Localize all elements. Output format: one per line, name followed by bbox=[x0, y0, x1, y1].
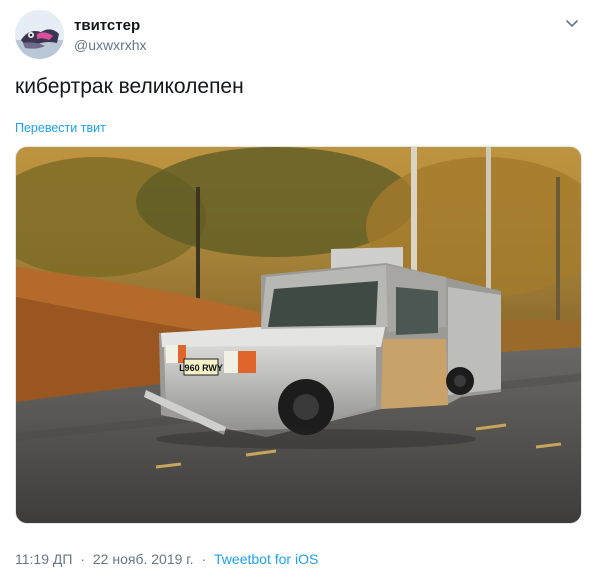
tweet-text: кибертрак великолепен bbox=[15, 75, 244, 98]
tweet-time[interactable]: 11:19 ДП bbox=[15, 551, 72, 567]
tweet-card: твитстер @uxwxrxhx кибертрак великолепен… bbox=[0, 0, 595, 583]
meta-separator: · bbox=[80, 551, 85, 567]
avatar[interactable] bbox=[15, 10, 64, 59]
tweet-source-link[interactable]: Tweetbot for iOS bbox=[214, 551, 318, 567]
translate-tweet-link[interactable]: Перевести твит bbox=[15, 121, 106, 135]
tweet-meta: 11:19 ДП · 22 нояб. 2019 г. · Tweetbot f… bbox=[15, 551, 318, 567]
tweet-photo[interactable]: L960 RWY bbox=[15, 146, 582, 524]
author-name[interactable]: твитстер bbox=[74, 17, 140, 34]
author-handle[interactable]: @uxwxrxhx bbox=[74, 37, 147, 53]
tweet-date[interactable]: 22 нояб. 2019 г. bbox=[93, 551, 194, 567]
meta-separator: · bbox=[201, 551, 207, 567]
license-plate-text: L960 RWY bbox=[179, 363, 223, 373]
chevron-down-icon[interactable] bbox=[563, 14, 581, 32]
tweet-header: твитстер @uxwxrxhx bbox=[15, 10, 581, 60]
